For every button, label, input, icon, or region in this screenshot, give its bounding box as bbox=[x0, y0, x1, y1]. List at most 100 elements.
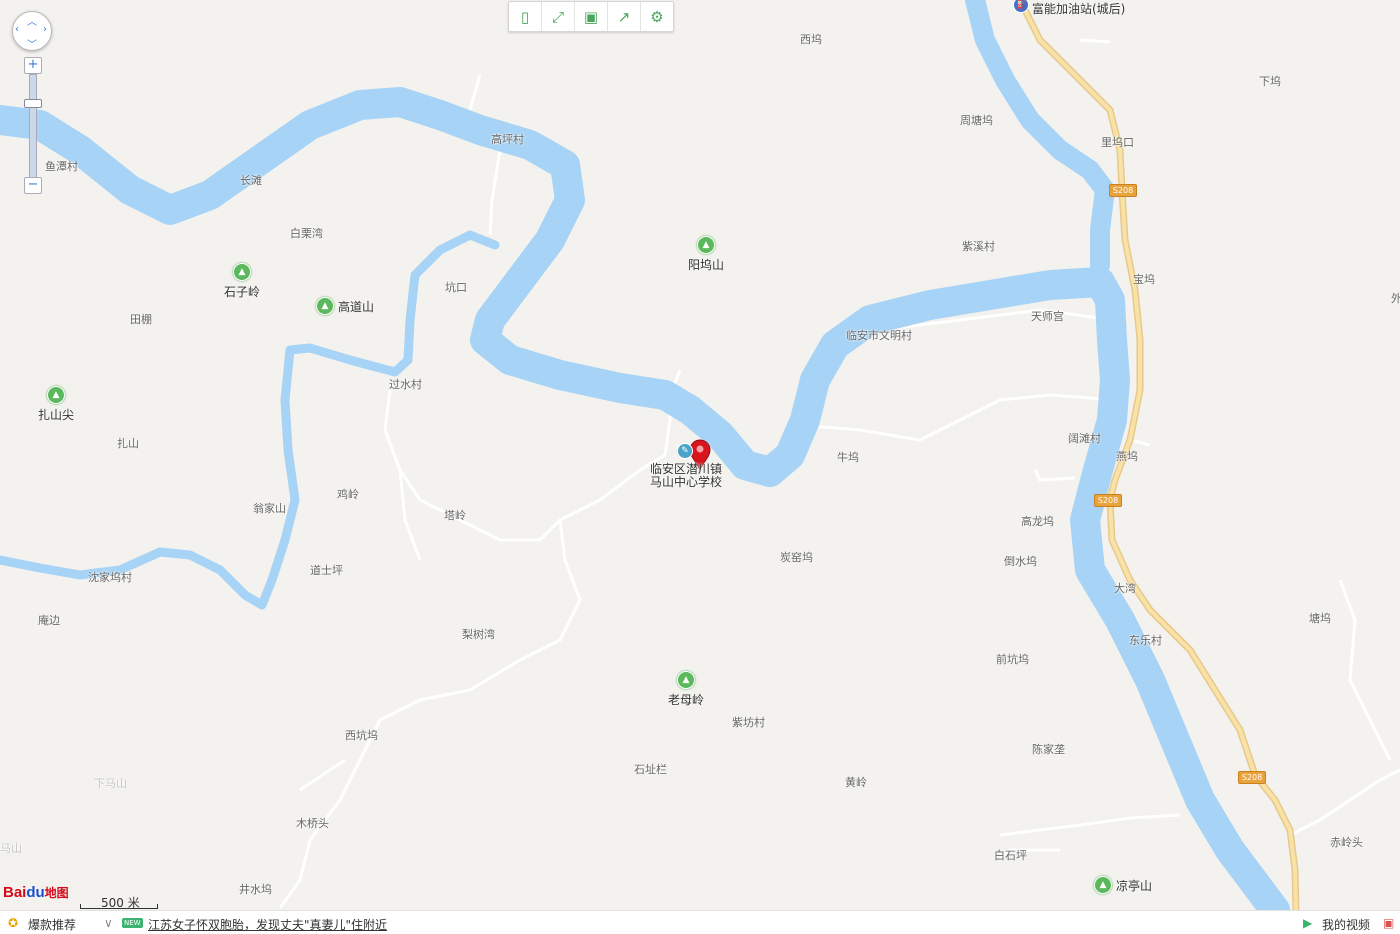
star-icon: ✪ bbox=[8, 916, 19, 930]
place-label[interactable]: 高龙坞 bbox=[1021, 515, 1054, 528]
place-label[interactable]: 长滩 bbox=[240, 174, 262, 187]
pan-control[interactable]: ︿ ﹀ ‹ › bbox=[12, 11, 52, 51]
mountain-yangwushan[interactable]: ▲ 阳坞山 bbox=[688, 236, 724, 273]
place-label[interactable]: 阔滩村 bbox=[1068, 432, 1101, 445]
poi-gas-station-label[interactable]: 富能加油站(城后) bbox=[1032, 3, 1125, 16]
place-label[interactable]: 白石坪 bbox=[994, 849, 1027, 862]
place-label[interactable]: 白栗湾 bbox=[290, 227, 323, 240]
place-label[interactable]: 井水坞 bbox=[239, 883, 272, 896]
place-label[interactable]: 宝坞 bbox=[1133, 273, 1155, 286]
mountain-icon: ▲ bbox=[697, 236, 715, 254]
place-label[interactable]: 前坑坞 bbox=[996, 653, 1029, 666]
my-video-link[interactable]: 我的视频 bbox=[1322, 916, 1370, 933]
place-label[interactable]: 田棚 bbox=[130, 313, 152, 326]
baidu-map-logo[interactable]: Baidu地图 bbox=[3, 884, 69, 901]
mountain-icon: ▲ bbox=[1094, 876, 1112, 894]
mountain-zhashanjian[interactable]: ▲ 扎山尖 bbox=[38, 386, 74, 423]
pan-right-icon[interactable]: › bbox=[43, 24, 47, 35]
logo-paw: du bbox=[26, 884, 45, 901]
place-label[interactable]: 紫坊村 bbox=[732, 716, 765, 729]
place-label[interactable]: 天师宫 bbox=[1031, 310, 1064, 323]
place-label[interactable]: 西坞 bbox=[800, 33, 822, 46]
place-label[interactable]: 黄岭 bbox=[845, 776, 867, 789]
place-label[interactable]: 大湾 bbox=[1114, 582, 1136, 595]
place-label[interactable]: 翁家山 bbox=[253, 502, 286, 515]
place-label[interactable]: 里坞口 bbox=[1101, 136, 1134, 149]
place-label[interactable]: 鸡岭 bbox=[337, 488, 359, 501]
page-icon[interactable]: ▯ bbox=[509, 2, 542, 31]
mountain-label: 凉亭山 bbox=[1116, 878, 1153, 893]
gear-icon[interactable]: ⚙ bbox=[641, 2, 673, 31]
mountain-icon: ▲ bbox=[677, 671, 695, 689]
place-label[interactable]: 道士坪 bbox=[310, 564, 343, 577]
pan-down-icon[interactable]: ﹀ bbox=[27, 36, 37, 51]
place-label[interactable]: 过水村 bbox=[389, 378, 422, 391]
chevron-down-icon[interactable]: ∨ bbox=[104, 916, 113, 930]
place-label[interactable]: 扎山 bbox=[117, 437, 139, 450]
mountain-laomuling[interactable]: ▲ 老母岭 bbox=[668, 671, 704, 708]
place-label[interactable]: 木桥头 bbox=[296, 817, 329, 830]
scale-bar bbox=[80, 904, 158, 909]
zoom-slider-thumb[interactable] bbox=[24, 99, 42, 108]
place-label[interactable]: 塘坞 bbox=[1309, 612, 1331, 625]
place-label[interactable]: 塔岭 bbox=[444, 509, 466, 522]
expand-icon[interactable]: ⤢ bbox=[542, 2, 575, 31]
share-icon[interactable]: ↗ bbox=[608, 2, 641, 31]
mountain-label: 高道山 bbox=[338, 299, 375, 314]
map-canvas[interactable]: ⛽ ✎ 富能加油站(城后) 临安区潜川镇 马山中心学校 ▲ 石子岭 ▲ 高道山 … bbox=[0, 0, 1400, 910]
mountain-icon: ▲ bbox=[47, 386, 65, 404]
place-label[interactable]: 周塘坞 bbox=[960, 114, 993, 127]
mountain-label: 石子岭 bbox=[224, 285, 261, 299]
save-icon[interactable]: ▣ bbox=[575, 2, 608, 31]
place-label[interactable]: 沈家坞村 bbox=[88, 571, 132, 584]
mountain-label: 老母岭 bbox=[668, 693, 705, 707]
place-label[interactable]: 下马山 bbox=[94, 777, 127, 790]
place-label[interactable]: 燕坞 bbox=[1116, 450, 1138, 463]
place-label[interactable]: 紫溪村 bbox=[962, 240, 995, 253]
map-toolbar: ▯ ⤢ ▣ ↗ ⚙ bbox=[508, 1, 674, 32]
bottom-news-bar: ✪ 爆款推荐 ∨ NEW 江苏女子怀双胞胎，发现丈夫"真妻儿"住附近 ▶ 我的视… bbox=[0, 910, 1400, 934]
place-label[interactable]: 陈家垄 bbox=[1032, 743, 1065, 756]
place-label[interactable]: 下坞 bbox=[1259, 75, 1281, 88]
logo-text: Bai bbox=[3, 884, 27, 901]
new-badge: NEW bbox=[122, 918, 143, 928]
mountain-shiziling[interactable]: ▲ 石子岭 bbox=[224, 263, 260, 300]
mountain-label: 阳坞山 bbox=[688, 258, 725, 272]
road-shield-s208: S208 bbox=[1094, 494, 1122, 507]
place-label[interactable]: 马山 bbox=[0, 842, 22, 855]
pan-left-icon[interactable]: ‹ bbox=[15, 24, 19, 35]
place-label[interactable]: 石址栏 bbox=[634, 763, 667, 776]
mountain-icon: ▲ bbox=[316, 297, 334, 315]
place-label[interactable]: 赤岭头 bbox=[1330, 836, 1363, 849]
place-label[interactable]: 庵边 bbox=[38, 614, 60, 627]
logo-text-map: 地图 bbox=[44, 886, 69, 900]
place-label[interactable]: 炭窑坞 bbox=[780, 551, 813, 564]
school-icon[interactable]: ✎ bbox=[677, 443, 693, 459]
place-label[interactable]: 梨树湾 bbox=[462, 628, 495, 641]
place-label[interactable]: 坑口 bbox=[445, 281, 467, 294]
poi-school-label-line2[interactable]: 马山中心学校 bbox=[650, 476, 722, 489]
zoom-slider-track[interactable] bbox=[29, 74, 37, 178]
mountain-label: 扎山尖 bbox=[38, 408, 75, 422]
zoom-out-button[interactable]: − bbox=[24, 177, 42, 194]
place-label[interactable]: 高坪村 bbox=[491, 133, 524, 146]
news-link[interactable]: 江苏女子怀双胞胎，发现丈夫"真妻儿"住附近 bbox=[148, 916, 387, 933]
place-label[interactable]: 外 bbox=[1391, 292, 1400, 305]
place-label[interactable]: 倒水坞 bbox=[1004, 555, 1037, 568]
recommend-label[interactable]: 爆款推荐 bbox=[28, 916, 76, 933]
place-label[interactable]: 临安市文明村 bbox=[846, 329, 912, 342]
place-label[interactable]: 鱼潭村 bbox=[45, 160, 78, 173]
zoom-in-button[interactable]: + bbox=[24, 57, 42, 74]
road-shield-s208: S208 bbox=[1238, 771, 1266, 784]
pan-up-icon[interactable]: ︿ bbox=[27, 13, 37, 28]
road-shield-s208: S208 bbox=[1109, 184, 1137, 197]
place-label[interactable]: 西坑坞 bbox=[345, 729, 378, 742]
close-icon[interactable]: ▣ bbox=[1383, 916, 1394, 930]
mountain-icon: ▲ bbox=[233, 263, 251, 281]
place-label[interactable]: 牛坞 bbox=[837, 451, 859, 464]
video-play-icon[interactable]: ▶ bbox=[1303, 916, 1312, 930]
mountain-gaodaoshan[interactable]: ▲ 高道山 bbox=[316, 297, 374, 315]
place-label[interactable]: 东乐村 bbox=[1129, 634, 1162, 647]
map-base-layer bbox=[0, 0, 1400, 910]
mountain-liangtingshan[interactable]: ▲ 凉亭山 bbox=[1094, 876, 1152, 894]
